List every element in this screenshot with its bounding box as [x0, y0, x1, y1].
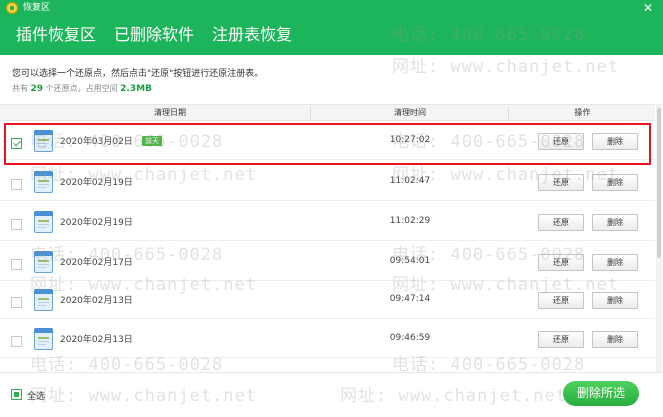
table-row: 2020年03月02日 前天 10:27:02 还原 删除	[0, 121, 655, 160]
row-date: 2020年03月02日	[60, 137, 133, 147]
delete-selected-button[interactable]: 删除所选	[563, 381, 639, 406]
registry-file-icon	[34, 328, 53, 350]
app-logo-icon	[6, 2, 18, 14]
window-title: 恢复区	[23, 3, 51, 13]
title-bar: 恢复区 ✕	[0, 0, 663, 16]
recent-badge: 前天	[142, 136, 162, 146]
summary-prefix: 共有	[12, 84, 28, 93]
registry-file-icon	[34, 289, 53, 311]
column-header-operation: 操作	[574, 108, 591, 117]
close-button[interactable]: ✕	[643, 1, 653, 15]
row-checkbox[interactable]	[11, 138, 22, 149]
row-time: 09:46:59	[389, 333, 431, 343]
scrollbar-thumb[interactable]	[657, 108, 661, 258]
row-checkbox[interactable]	[11, 179, 22, 190]
delete-button[interactable]: 删除	[592, 331, 638, 348]
table-header: 清理日期 清理时间 操作	[0, 104, 655, 121]
column-header-date: 清理日期	[154, 108, 186, 117]
column-divider	[508, 106, 509, 120]
select-all-checkbox[interactable]	[11, 389, 22, 400]
tab-registry-recovery[interactable]: 注册表恢复	[210, 24, 295, 58]
row-time: 11:02:29	[389, 216, 431, 226]
delete-button[interactable]: 删除	[592, 254, 638, 271]
row-time: 10:27:02	[389, 135, 431, 145]
restore-point-list: 2020年03月02日 前天 10:27:02 还原 删除 2020年02月19…	[0, 121, 655, 371]
table-row: 2020年02月19日 11:02:29 还原 删除	[0, 202, 655, 241]
delete-button[interactable]: 删除	[592, 214, 638, 231]
storage-size: 2.3MB	[120, 84, 152, 94]
select-all-label: 全选	[27, 392, 46, 402]
column-divider	[310, 106, 311, 120]
registry-file-icon	[34, 211, 53, 233]
tab-plugin-recovery[interactable]: 插件恢复区	[14, 24, 98, 54]
row-checkbox[interactable]	[11, 219, 22, 230]
row-time: 11:02:47	[389, 176, 431, 186]
restore-button[interactable]: 还原	[538, 331, 584, 348]
restore-button[interactable]: 还原	[538, 133, 584, 150]
column-header-time: 清理时间	[394, 108, 426, 117]
restore-button[interactable]: 还原	[538, 292, 584, 309]
registry-file-icon	[34, 171, 53, 193]
tab-deleted-software[interactable]: 已删除软件	[112, 24, 196, 54]
restore-button[interactable]: 还原	[538, 214, 584, 231]
row-date: 2020年02月13日	[60, 296, 133, 306]
delete-button[interactable]: 删除	[592, 133, 638, 150]
scrollbar[interactable]	[656, 104, 662, 372]
restore-point-count: 29	[30, 84, 44, 94]
delete-button[interactable]: 删除	[592, 174, 638, 191]
restore-button[interactable]: 还原	[538, 174, 584, 191]
table-row: 2020年02月13日 09:46:59 还原 删除	[0, 319, 655, 358]
table-row: 2020年02月17日 09:54:01 还原 删除	[0, 242, 655, 281]
row-date: 2020年02月19日	[60, 218, 133, 228]
row-checkbox[interactable]	[11, 259, 22, 270]
watermark-site: 网址: www.chanjet.net	[340, 386, 567, 406]
tab-bar: 插件恢复区 已删除软件 注册表恢复	[14, 24, 308, 58]
restore-button[interactable]: 还原	[538, 254, 584, 271]
row-date: 2020年02月19日	[60, 178, 133, 188]
row-date: 2020年02月13日	[60, 335, 133, 345]
footer-divider	[0, 372, 663, 373]
summary-middle: 个还原点，占用空间	[45, 84, 118, 93]
row-checkbox[interactable]	[11, 297, 22, 308]
row-time: 09:54:01	[389, 256, 431, 266]
instruction-text: 您可以选择一个还原点，然后点击"还原"按钮进行还原注册表。	[12, 69, 264, 79]
registry-file-icon	[34, 130, 53, 152]
watermark-site: 网址: www.chanjet.net	[392, 57, 619, 77]
registry-file-icon	[34, 251, 53, 273]
header: 恢复区 ✕ 插件恢复区 已删除软件 注册表恢复	[0, 0, 663, 58]
watermark-site: 网址: www.chanjet.net	[30, 386, 257, 406]
row-time: 09:47:14	[389, 294, 431, 304]
delete-button[interactable]: 删除	[592, 292, 638, 309]
table-row: 2020年02月13日 09:47:14 还原 删除	[0, 280, 655, 319]
summary-text: 共有 29 个还原点，占用空间 2.3MB	[12, 83, 152, 94]
table-row: 2020年02月19日 11:02:47 还原 删除	[0, 162, 655, 201]
row-date: 2020年02月17日	[60, 258, 133, 268]
row-checkbox[interactable]	[11, 336, 22, 347]
